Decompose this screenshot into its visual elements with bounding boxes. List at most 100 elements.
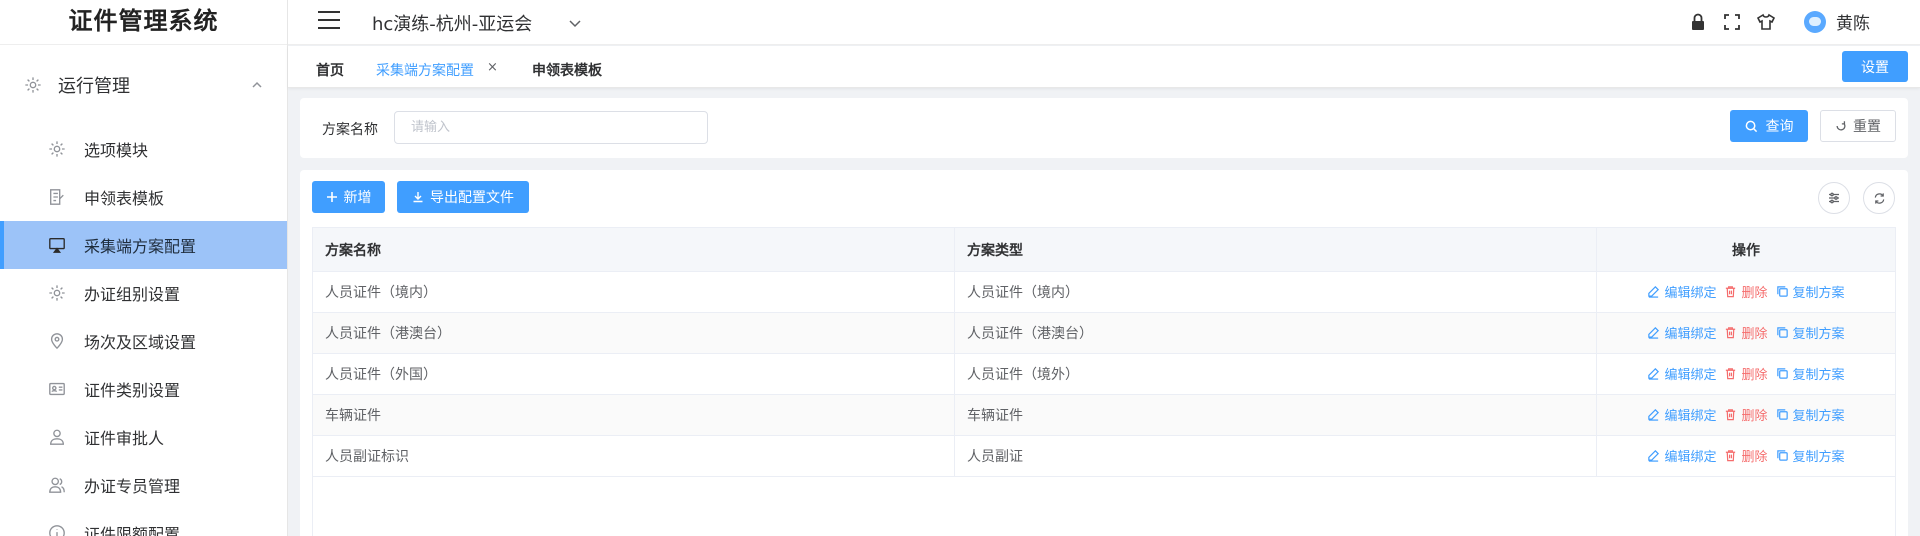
copy-scheme-label: 复制方案 bbox=[1792, 450, 1845, 465]
avatar[interactable] bbox=[1804, 10, 1826, 33]
copy-scheme-label: 复制方案 bbox=[1792, 368, 1845, 383]
export-label: 导出配置文件 bbox=[430, 189, 514, 205]
copy-icon bbox=[1776, 286, 1788, 297]
id-card-icon bbox=[48, 380, 66, 398]
copy-scheme-label: 复制方案 bbox=[1792, 327, 1845, 342]
menu-group-operations[interactable]: 运行管理 bbox=[0, 45, 287, 125]
close-icon[interactable]: × bbox=[487, 60, 498, 75]
cell-actions: 编辑绑定 删除 复制方案 bbox=[1596, 312, 1896, 354]
edit-icon bbox=[1648, 409, 1660, 421]
sidebar-item-label: 场次及区域设置 bbox=[84, 333, 197, 352]
edit-icon bbox=[1648, 327, 1660, 339]
delete-label: 删除 bbox=[1741, 409, 1768, 424]
chevron-up-icon bbox=[252, 81, 262, 88]
tab-application-template[interactable]: 申领表模板 bbox=[532, 60, 602, 80]
cell-scheme-name: 人员证件（境内） bbox=[312, 271, 955, 313]
username[interactable]: 黄陈 bbox=[1836, 9, 1870, 34]
plus-icon bbox=[326, 192, 337, 202]
add-label: 新增 bbox=[343, 189, 372, 205]
edit-binding-label: 编辑绑定 bbox=[1664, 368, 1717, 383]
copy-scheme-link[interactable]: 复制方案 bbox=[1776, 446, 1845, 465]
add-button[interactable]: 新增 bbox=[312, 181, 385, 213]
refresh-button[interactable] bbox=[1863, 182, 1895, 214]
lock-icon[interactable] bbox=[1688, 12, 1708, 32]
sidebar-item[interactable]: 办证组别设置 bbox=[0, 269, 287, 317]
table-header-row: 方案名称 方案类型 操作 bbox=[312, 227, 1896, 272]
sidebar-item-label: 证件限额配置 bbox=[84, 525, 181, 536]
sidebar-item-label: 申领表模板 bbox=[84, 189, 165, 208]
search-label: 方案名称 bbox=[322, 122, 378, 138]
copy-scheme-link[interactable]: 复制方案 bbox=[1776, 364, 1845, 383]
cell-actions: 编辑绑定 删除 复制方案 bbox=[1596, 353, 1896, 395]
sidebar-item[interactable]: 选项模块 bbox=[0, 125, 287, 173]
delete-label: 删除 bbox=[1741, 286, 1768, 301]
cell-scheme-type: 人员证件（港澳台） bbox=[954, 312, 1597, 354]
sidebar-item[interactable]: 办证专员管理 bbox=[0, 461, 287, 509]
edit-binding-link[interactable]: 编辑绑定 bbox=[1647, 282, 1716, 301]
fullscreen-icon[interactable] bbox=[1722, 12, 1742, 32]
table-row: 人员证件（境内） 人员证件（境内） 编辑绑定 删除 复制方案 bbox=[312, 271, 1896, 313]
cell-scheme-type: 人员副证 bbox=[954, 435, 1597, 477]
refresh-icon bbox=[1836, 121, 1846, 131]
export-config-button[interactable]: 导出配置文件 bbox=[397, 181, 529, 213]
query-button[interactable]: 查询 bbox=[1730, 110, 1808, 142]
copy-icon bbox=[1776, 450, 1788, 461]
edit-binding-link[interactable]: 编辑绑定 bbox=[1647, 405, 1716, 424]
trash-icon bbox=[1726, 409, 1736, 421]
cell-scheme-type: 人员证件（境内） bbox=[954, 271, 1597, 313]
sidebar: 证件管理系统 运行管理 选项模块申领表模板采集端方案配置 办证组别设置场次及区域设… bbox=[0, 0, 288, 536]
delete-link[interactable]: 删除 bbox=[1724, 323, 1768, 342]
sidebar-item[interactable]: 采集端方案配置 bbox=[0, 221, 287, 269]
tab-collector-config[interactable]: 采集端方案配置 bbox=[376, 60, 474, 80]
scheme-name-input[interactable] bbox=[394, 111, 708, 144]
user-icon bbox=[48, 428, 66, 446]
form-edit-icon bbox=[48, 188, 66, 206]
edit-binding-link[interactable]: 编辑绑定 bbox=[1647, 364, 1716, 383]
edit-icon bbox=[1648, 450, 1660, 462]
cell-actions: 编辑绑定 删除 复制方案 bbox=[1596, 435, 1896, 477]
edit-binding-link[interactable]: 编辑绑定 bbox=[1647, 323, 1716, 342]
copy-scheme-link[interactable]: 复制方案 bbox=[1776, 323, 1845, 342]
top-header: hc演练-杭州-亚运会 黄陈 bbox=[288, 0, 1920, 45]
copy-scheme-link[interactable]: 复制方案 bbox=[1776, 282, 1845, 301]
delete-link[interactable]: 删除 bbox=[1724, 446, 1768, 465]
app-title: 证件管理系统 bbox=[0, 0, 287, 45]
cell-scheme-type: 人员证件（境外） bbox=[954, 353, 1597, 395]
project-selector[interactable]: hc演练-杭州-亚运会 bbox=[372, 10, 582, 36]
theme-shirt-icon[interactable] bbox=[1756, 12, 1776, 32]
delete-link[interactable]: 删除 bbox=[1724, 364, 1768, 383]
sidebar-item[interactable]: 场次及区域设置 bbox=[0, 317, 287, 365]
edit-binding-link[interactable]: 编辑绑定 bbox=[1647, 446, 1716, 465]
delete-link[interactable]: 删除 bbox=[1724, 282, 1768, 301]
column-header-name: 方案名称 bbox=[312, 227, 955, 272]
delete-label: 删除 bbox=[1741, 327, 1768, 342]
reset-button[interactable]: 重置 bbox=[1820, 110, 1896, 142]
copy-scheme-label: 复制方案 bbox=[1792, 286, 1845, 301]
edit-binding-label: 编辑绑定 bbox=[1664, 409, 1717, 424]
delete-link[interactable]: 删除 bbox=[1724, 405, 1768, 424]
location-pin-icon bbox=[48, 332, 66, 350]
sidebar-item-label: 办证专员管理 bbox=[84, 477, 181, 496]
copy-scheme-link[interactable]: 复制方案 bbox=[1776, 405, 1845, 424]
cell-scheme-name: 人员副证标识 bbox=[312, 435, 955, 477]
edit-binding-label: 编辑绑定 bbox=[1664, 450, 1717, 465]
sidebar-item[interactable]: 申领表模板 bbox=[0, 173, 287, 221]
download-icon bbox=[413, 192, 423, 203]
sidebar-item[interactable]: 证件限额配置 bbox=[0, 509, 287, 536]
sliders-icon bbox=[1829, 192, 1839, 204]
menu-toggle-icon[interactable] bbox=[318, 11, 340, 31]
edit-icon bbox=[1648, 368, 1660, 380]
delete-label: 删除 bbox=[1741, 450, 1768, 465]
cell-scheme-name: 车辆证件 bbox=[312, 394, 955, 436]
edit-binding-label: 编辑绑定 bbox=[1664, 286, 1717, 301]
scheme-table: 方案名称 方案类型 操作 人员证件（境内） 人员证件（境内） 编辑绑定 删除 复制方案人… bbox=[312, 227, 1896, 477]
sidebar-item[interactable]: 证件类别设置 bbox=[0, 365, 287, 413]
table-row: 人员副证标识 人员副证 编辑绑定 删除 复制方案 bbox=[312, 435, 1896, 477]
tab-home[interactable]: 首页 bbox=[316, 60, 344, 80]
menu-group-label: 运行管理 bbox=[58, 76, 130, 97]
trash-icon bbox=[1726, 450, 1736, 462]
column-settings-button[interactable] bbox=[1818, 182, 1850, 214]
sidebar-item[interactable]: 证件审批人 bbox=[0, 413, 287, 461]
table-row: 车辆证件 车辆证件 编辑绑定 删除 复制方案 bbox=[312, 394, 1896, 436]
settings-button[interactable]: 设置 bbox=[1842, 51, 1908, 82]
